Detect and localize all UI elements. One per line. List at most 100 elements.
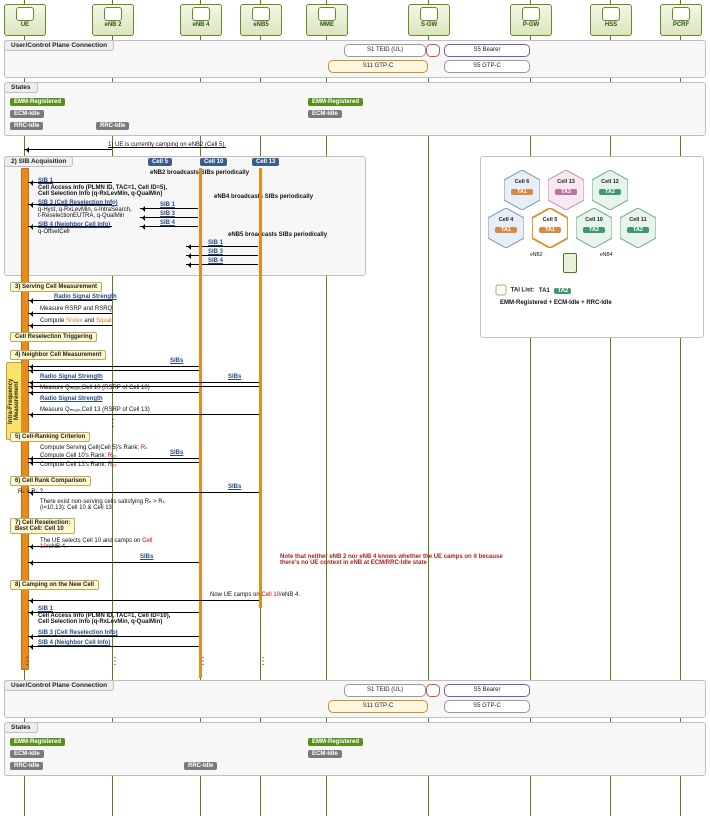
arrow-rss1	[28, 300, 112, 301]
tai-list: TAI List: TA1 TA2	[495, 284, 571, 296]
sib1-final-detail: Cell Access Info (PLMN ID, TAC=1, Cell I…	[38, 613, 170, 625]
strip-intra: Intra-Frequency Measurement	[6, 362, 22, 440]
sib1-e2[interactable]: SIB 1	[38, 178, 53, 184]
arrow-sib3f	[28, 636, 199, 637]
tag-ecm-ue: ECM-Idle	[10, 110, 44, 118]
lbl-q13: Measure Qₘₑₐₛ,Cell 13 (RSRP of Cell 13)	[40, 406, 150, 413]
tag-emm-mme: EMM-Registered	[308, 98, 363, 106]
lbl-now: Now UE camps on Cell 10/eNB 4.	[210, 592, 300, 598]
lbl-bcast-e4: eNB4 broadcasts SIBs periodically	[214, 194, 313, 200]
arrow-sibs-51b	[28, 462, 199, 463]
arrow-sel	[28, 546, 112, 547]
arrow-sib1-e2	[28, 182, 112, 183]
dots-f2: ⋮	[110, 656, 120, 667]
ylab-step5: 5) Cell-Ranking Criterion	[10, 432, 90, 442]
lbl-m2: Compute Srxlev and Squal	[40, 318, 111, 324]
arrow-sib4-e4	[140, 226, 198, 227]
lbl-sibs-51: SIBs	[170, 450, 183, 456]
lbl-map-state: EMM-Registered + ECM-Idle + RRC-Idle	[500, 300, 612, 306]
hex-cell5: Cell 5TA1	[532, 208, 568, 248]
arrow-sibs-61	[28, 492, 259, 493]
arrow-sib4-e5	[186, 264, 258, 265]
arrow-m1	[28, 313, 112, 314]
arrow-sib3-e2	[28, 204, 112, 205]
arrow-sib1-e5	[186, 246, 258, 247]
node-enb2: eNB 2	[92, 4, 134, 36]
node-enb5: eNB5	[240, 4, 282, 36]
tag-rrc-e4-b: RRC-Idle	[184, 762, 217, 770]
arrow-sib1f	[28, 612, 199, 613]
lbl-rank-s: Compute Serving Cell(Cell 5)'s Rank: Rₛ	[40, 444, 147, 451]
ylab-step7: 7) Cell Reselection:Best Cell: Cell 10	[10, 518, 75, 534]
pane-title: 2) SIB Acquisition	[4, 156, 73, 167]
sib1-detail: Cell Access Info (PLMN ID, TAC=1, Cell I…	[38, 185, 167, 197]
arrow-sibs-42	[28, 382, 259, 383]
celltab-5: Cell 5	[148, 158, 172, 166]
arrow-sib3-e4	[140, 217, 198, 218]
ylab-crt: Cell Reselection Triggering	[10, 332, 97, 342]
lbl-sibs-42: SIBs	[228, 374, 241, 380]
dots-n1: ⋮	[108, 418, 118, 429]
tag-rrc-e2: RRC-Idle	[96, 122, 129, 130]
node-sgw: S-GW	[408, 4, 450, 36]
ue-activation	[21, 168, 29, 670]
hex-cell6: Cell 6TA1	[504, 170, 540, 210]
lbl-enb2-map: eNB2	[530, 252, 543, 258]
lbl-sel: The UE selects Cell 10 and camps on Cell…	[40, 538, 170, 550]
lbl-cmp2: There exist non-serving cells satisfying…	[40, 498, 165, 511]
pane-title: States	[4, 82, 38, 93]
tag-rrc-ue: RRC-Idle	[10, 122, 43, 130]
lbl-sibs-41: SIBs	[170, 358, 183, 364]
ylab-step6: 6) Cell Rank Comparison	[10, 476, 91, 486]
bearer-s5: S5 Bearer	[444, 44, 530, 57]
bearer-s11-b: S11 GTP-C	[328, 700, 428, 713]
lbl-rss3: Radio Signal Strength	[40, 396, 103, 402]
note-warn: Note that neither eNB 2 nor eNB 4 knows …	[280, 554, 520, 566]
tag-emm-mme-b: EMM-Registered	[308, 738, 363, 746]
tag-ecm-ue-b: ECM-Idle	[10, 750, 44, 758]
node-hss: HSS	[590, 4, 632, 36]
arrow-q13	[28, 414, 259, 415]
arrow-sibs-51	[28, 458, 199, 459]
arrow-sib3-e5	[186, 255, 258, 256]
bearer-s5g: S5 GTP-C	[444, 60, 530, 73]
celltab-10: Cell 10	[200, 158, 227, 166]
dots-f1: ⋮	[22, 656, 32, 667]
arrow-sib4f	[28, 646, 199, 647]
arrow-step1	[24, 149, 112, 150]
bearer-s5g-b: S5 GTP-C	[444, 700, 530, 713]
sib3-detail: q-Hyst, q-RxLevMin, s-IntraSearch, t-Res…	[38, 207, 132, 219]
sib4-e2[interactable]: SIB 4 (Neighbor Cell Info)	[38, 222, 110, 228]
enb5-activity	[259, 168, 262, 608]
tag-rrc-ue-b: RRC-Idle	[10, 762, 43, 770]
arrowbox	[426, 44, 440, 57]
pane-title: User/Control Plane Connection	[4, 40, 114, 51]
tag-emm-ue-b: EMM-Registered	[10, 738, 65, 746]
sib3-e2[interactable]: SIB 3 (Cell Reselection Info)	[38, 200, 118, 206]
node-enb4: eNB 4	[180, 4, 222, 36]
lbl-sibs-61: SIBs	[228, 484, 241, 490]
hex-cell11: Cell 11TA2	[620, 208, 656, 248]
pane-title: States	[4, 722, 38, 733]
node-pgw: P-GW	[510, 4, 552, 36]
lbl-rss2: Radio Signal Strength	[40, 374, 103, 380]
ylab-step3: 3) Serving Cell Measurement	[10, 282, 102, 292]
node-ue: UE	[4, 4, 46, 36]
arrow-sib4-e2	[28, 226, 112, 227]
arrow-q10	[28, 392, 199, 393]
arrow-sibs-41b	[28, 370, 199, 371]
dots-f3: ⋮	[198, 656, 208, 667]
tag-ecm-mme: ECM-Idle	[308, 110, 342, 118]
celltab-13: Cell 13	[252, 158, 279, 166]
bearer-s1: S1 TEID (UL)	[344, 44, 426, 57]
enb4-activity	[199, 168, 202, 678]
ue-icon-map	[563, 253, 577, 273]
node-pcrf: PCRF	[660, 4, 702, 36]
lbl-bcast-e5: eNB5 broadcasts SIBs periodically	[228, 232, 327, 238]
ylab-step8: 8) Camping on the New Cell	[10, 580, 99, 590]
node-mme: MME	[306, 4, 348, 36]
bearer-s5-b: S5 Bearer	[444, 684, 530, 697]
hex-cell4: Cell 4TA1	[488, 208, 524, 248]
arrow-sibs-41	[28, 366, 199, 367]
sib4-detail: q-OffsetCell	[38, 229, 70, 235]
